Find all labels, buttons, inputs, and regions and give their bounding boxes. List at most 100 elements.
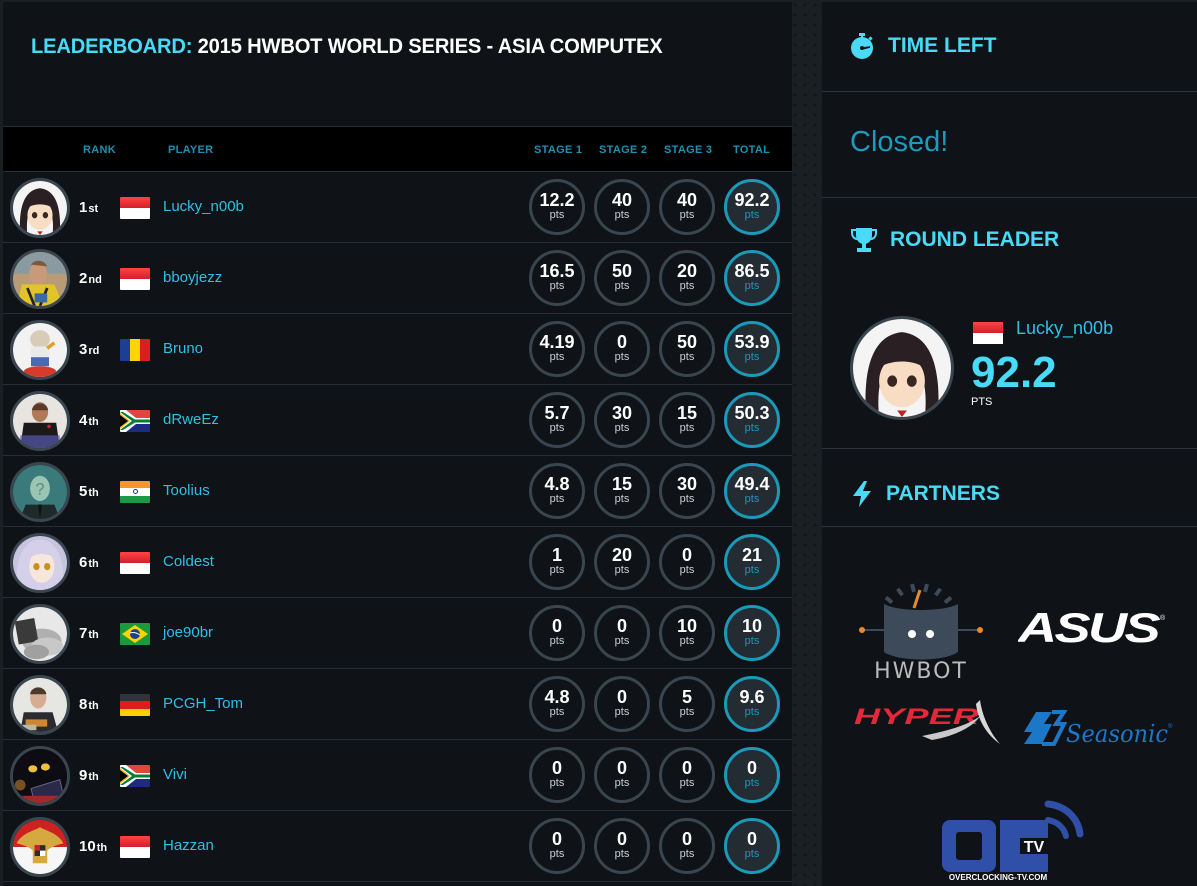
player-avatar[interactable]: ? (10, 462, 70, 522)
score-value: 30 (676, 474, 698, 494)
score-stage1: 1 pts (529, 534, 585, 590)
score-value: 0 (616, 829, 627, 849)
score-unit: pts (679, 493, 695, 505)
player-avatar[interactable] (10, 391, 70, 451)
score-unit: pts (614, 351, 630, 363)
player-avatar[interactable] (10, 320, 70, 380)
bolt-icon (853, 481, 871, 507)
rank-suffix: th (88, 416, 99, 428)
score-value: 0 (681, 545, 692, 565)
score-value: 10 (676, 616, 698, 636)
score-unit: pts (549, 848, 565, 860)
score-unit: pts (744, 493, 760, 505)
player-link[interactable]: bboyjezz (163, 269, 222, 286)
score-stage1: 12.2 pts (529, 179, 585, 235)
table-header: RANK PLAYER STAGE 1 STAGE 2 STAGE 3 TOTA… (3, 126, 792, 172)
score-value: 86.5 (734, 261, 770, 281)
player-link[interactable]: Bruno (163, 340, 203, 357)
rank-number: 7 (79, 625, 88, 642)
header-stage3[interactable]: STAGE 3 (664, 144, 712, 156)
title-name: 2015 HWBOT WORLD SERIES - ASIA COMPUTEX (197, 35, 663, 58)
seasonic-logo[interactable]: Seasonic ® (1022, 710, 1174, 751)
score-stage1: 0 pts (529, 605, 585, 661)
score-value: 4.8 (544, 687, 570, 707)
score-stage3: 0 pts (659, 818, 715, 874)
leaderboard-row[interactable]: 10th Hazzan 0 pts 0 pts 0 pts 0 pts (3, 811, 792, 882)
score-value: 21 (741, 545, 763, 565)
stopwatch-icon (851, 33, 873, 59)
score-total: 49.4 pts (724, 463, 780, 519)
leaderboard-row[interactable]: 4th dRweEz 5.7 pts 30 pts 15 pts 50.3 pts (3, 385, 792, 456)
leaderboard-row[interactable]: 9th Vivi 0 pts 0 pts 0 pts 0 pts (3, 740, 792, 811)
leaderboard-row[interactable]: 8th PCGH_Tom 4.8 pts 0 pts 5 pts 9.6 pts (3, 669, 792, 740)
time-left-heading: TIME LEFT (850, 32, 997, 60)
score-value: 0 (551, 758, 562, 778)
player-link[interactable]: joe90br (163, 624, 213, 641)
score-unit: pts (679, 422, 695, 434)
score-stage1: 4.8 pts (529, 676, 585, 732)
svg-text:?: ? (35, 481, 44, 499)
hwbot-logo[interactable]: HWBOT (858, 578, 984, 685)
player-link[interactable]: Lucky_n00b (163, 198, 244, 215)
player-avatar[interactable] (10, 675, 70, 735)
player-avatar[interactable] (10, 746, 70, 806)
score-unit: pts (614, 706, 630, 718)
leaderboard-row[interactable]: 6th Coldest 1 pts 20 pts 0 pts 21 pts (3, 527, 792, 598)
score-stage3: 20 pts (659, 250, 715, 306)
score-stage3: 10 pts (659, 605, 715, 661)
overclocking-tv-logo[interactable]: TV OVERCLOCKING-TV.COM (936, 782, 1088, 886)
score-value: 0 (616, 332, 627, 352)
player-link[interactable]: Vivi (163, 766, 187, 783)
leaderboard-row[interactable]: 2nd bboyjezz 16.5 pts 50 pts 20 pts 86.5 pts (3, 243, 792, 314)
leader-score: 92.2 (971, 348, 1057, 397)
flag-south-africa (120, 410, 150, 432)
rank-suffix: rd (88, 345, 100, 357)
header-total[interactable]: TOTAL (733, 144, 770, 156)
score-stage2: 50 pts (594, 250, 650, 306)
player-avatar[interactable] (10, 249, 70, 309)
score-value: 0 (681, 829, 692, 849)
header-player[interactable]: PLAYER (168, 144, 213, 156)
score-stage3: 0 pts (659, 747, 715, 803)
leader-avatar[interactable] (850, 316, 954, 420)
leaderboard-row[interactable]: 1st Lucky_n00b 12.2 pts 40 pts 40 pts 92.2 pts (3, 172, 792, 243)
asus-logo[interactable]: ASUS ® (1017, 604, 1168, 651)
player-link[interactable]: Coldest (163, 553, 214, 570)
leaderboard-rows: 1st Lucky_n00b 12.2 pts 40 pts 40 pts 92.2 pts 2nd… (3, 172, 792, 882)
rank-suffix: nd (88, 274, 102, 286)
player-link[interactable]: dRweEz (163, 411, 219, 428)
header-stage2[interactable]: STAGE 2 (599, 144, 647, 156)
player-avatar[interactable] (10, 817, 70, 877)
hyperx-logo[interactable]: HYPER (852, 696, 1002, 753)
score-value: 20 (611, 545, 633, 565)
score-value: 50 (676, 332, 698, 352)
player-avatar[interactable] (10, 604, 70, 664)
header-stage1[interactable]: STAGE 1 (534, 144, 582, 156)
leaderboard-row[interactable]: ? 5th Toolius 4.8 pts 15 pts 30 pts 49.4 pts (3, 456, 792, 527)
score-value: 16.5 (539, 261, 575, 281)
score-value: 40 (676, 190, 698, 210)
score-stage3: 30 pts (659, 463, 715, 519)
flag-indonesia (120, 836, 150, 858)
score-total: 9.6 pts (724, 676, 780, 732)
flag-romania (120, 339, 150, 361)
score-unit: pts (744, 564, 760, 576)
rank-number: 6 (79, 554, 88, 571)
player-avatar[interactable] (10, 178, 70, 238)
score-unit: pts (679, 280, 695, 292)
player-link[interactable]: Toolius (163, 482, 210, 499)
leaderboard-row[interactable]: 3rd Bruno 4.19 pts 0 pts 50 pts 53.9 pts (3, 314, 792, 385)
leaderboard-row[interactable]: 7th joe90br 0 pts 0 pts 10 pts 10 pts (3, 598, 792, 669)
rank-number: 4 (79, 412, 88, 429)
svg-text:®: ® (1168, 723, 1173, 730)
player-link[interactable]: PCGH_Tom (163, 695, 243, 712)
header-rank[interactable]: RANK (83, 144, 116, 156)
leader-player-link[interactable]: Lucky_n00b (1016, 318, 1113, 339)
player-link[interactable]: Hazzan (163, 837, 214, 854)
time-left-label: TIME LEFT (888, 34, 997, 57)
trophy-icon (851, 228, 877, 252)
score-unit: pts (549, 493, 565, 505)
player-avatar[interactable] (10, 533, 70, 593)
rank-suffix: th (88, 629, 99, 641)
flag-indonesia (120, 552, 150, 574)
